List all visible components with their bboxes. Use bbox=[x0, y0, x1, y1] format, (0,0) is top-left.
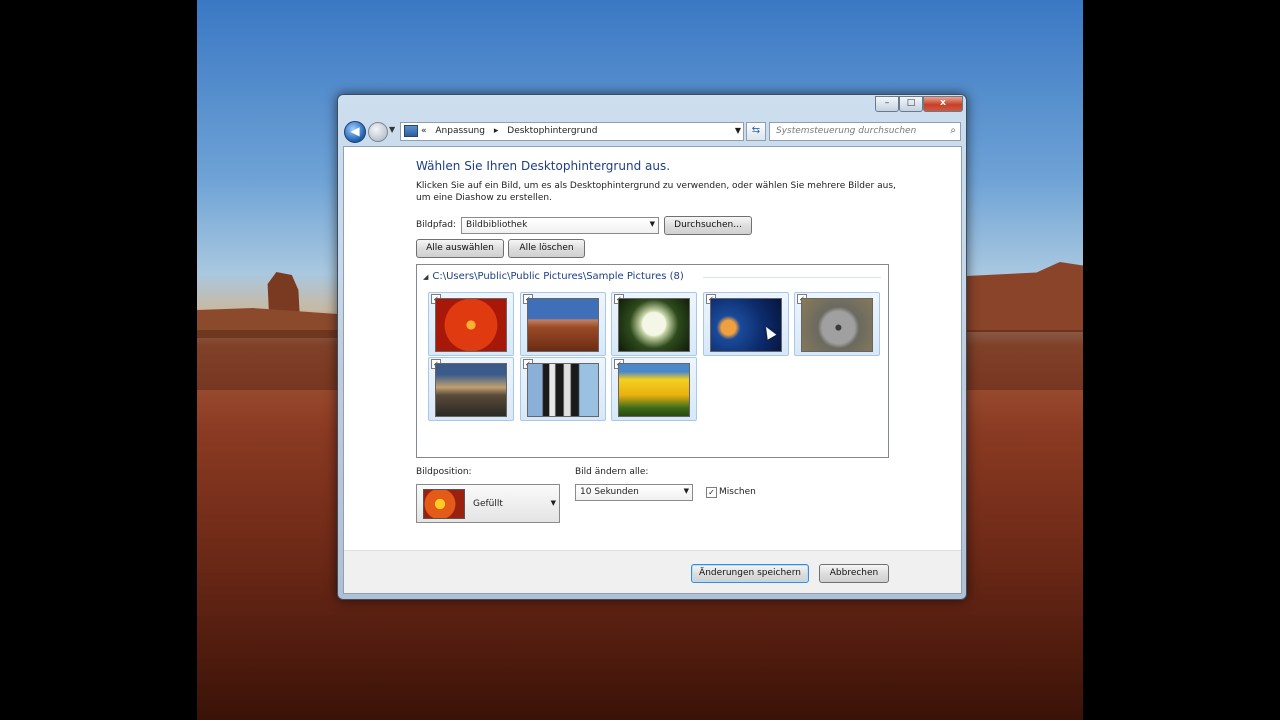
command-area: Änderungen speichern Abbrechen bbox=[344, 550, 961, 593]
control-panel-window: – □ x ◀ ▼ « Anpassung ▸ Desktophintergru… bbox=[337, 94, 967, 600]
breadcrumb-overflow[interactable]: « bbox=[421, 126, 427, 136]
maximize-button[interactable]: □ bbox=[899, 96, 923, 112]
picture-gallery: ◢ C:\Users\Public\Public Pictures\Sample … bbox=[416, 264, 889, 458]
search-icon[interactable]: ⌕ bbox=[950, 125, 956, 136]
chevron-down-icon: ▼ bbox=[550, 499, 556, 507]
minimize-button[interactable]: – bbox=[875, 96, 899, 112]
forward-arrow-icon[interactable] bbox=[368, 122, 388, 142]
client-area: Wählen Sie Ihren Desktophintergrund aus.… bbox=[343, 146, 962, 594]
lighthouse-image bbox=[435, 363, 507, 417]
page-title: Wählen Sie Ihren Desktophintergrund aus. bbox=[416, 159, 671, 173]
group-divider bbox=[703, 277, 881, 278]
picture-position-label: Bildposition: bbox=[416, 467, 472, 477]
thumbnail-jellyfish[interactable]: ✓ bbox=[703, 292, 789, 356]
address-bar[interactable]: « Anpassung ▸ Desktophintergrund ▼ bbox=[400, 122, 744, 141]
address-dropdown-icon[interactable]: ▼ bbox=[735, 126, 741, 135]
group-header[interactable]: ◢ C:\Users\Public\Public Pictures\Sample … bbox=[423, 271, 684, 282]
change-interval-label: Bild ändern alle: bbox=[575, 467, 649, 477]
breadcrumb: « Anpassung ▸ Desktophintergrund bbox=[421, 126, 603, 136]
recent-pages-dropdown-icon[interactable]: ▼ bbox=[389, 125, 397, 134]
hydrangeas-image bbox=[618, 298, 690, 352]
shuffle-checkbox[interactable]: ✓ bbox=[706, 487, 717, 498]
back-arrow-icon[interactable]: ◀ bbox=[344, 121, 366, 143]
browse-button[interactable]: Durchsuchen... bbox=[664, 216, 752, 235]
save-changes-button[interactable]: Änderungen speichern bbox=[691, 564, 809, 583]
thumbnail-koala[interactable]: ✓ bbox=[794, 292, 880, 356]
position-preview-image bbox=[423, 489, 465, 519]
select-all-button[interactable]: Alle auswählen bbox=[416, 239, 504, 258]
thumbnail-lighthouse[interactable]: ✓ bbox=[428, 357, 514, 421]
refresh-icon[interactable]: ⇆ bbox=[746, 122, 766, 141]
breadcrumb-separator-icon[interactable]: ▸ bbox=[494, 126, 499, 136]
chevron-down-icon: ▼ bbox=[649, 220, 655, 228]
chevron-down-icon: ▼ bbox=[683, 487, 689, 495]
close-button[interactable]: x bbox=[923, 96, 963, 112]
picture-location-select[interactable]: Bildbibliothek ▼ bbox=[461, 217, 659, 234]
thumbnail-desert[interactable]: ✓ bbox=[520, 292, 606, 356]
picture-location-label: Bildpfad: bbox=[416, 220, 457, 230]
thumbnail-penguins[interactable]: ✓ bbox=[520, 357, 606, 421]
control-panel-icon bbox=[404, 125, 418, 137]
koala-image bbox=[801, 298, 873, 352]
page-description: Klicken Sie auf ein Bild, um es als Desk… bbox=[416, 181, 896, 203]
picture-position-select[interactable]: Gefüllt ▼ bbox=[416, 484, 560, 523]
penguins-image bbox=[527, 363, 599, 417]
thumbnail-chrysanthemum[interactable]: ✓ bbox=[428, 292, 514, 356]
picture-location-value: Bildbibliothek bbox=[466, 220, 528, 230]
rock-formation bbox=[967, 262, 1083, 332]
tulips-image bbox=[618, 363, 690, 417]
search-input[interactable]: Systemsteuerung durchsuchen ⌕ bbox=[769, 122, 961, 141]
caption-buttons: – □ x bbox=[875, 96, 963, 112]
chrysanthemum-image bbox=[435, 298, 507, 352]
collapse-arrow-icon[interactable]: ◢ bbox=[423, 273, 428, 281]
breadcrumb-desktophintergrund[interactable]: Desktophintergrund bbox=[507, 126, 597, 136]
change-interval-value: 10 Sekunden bbox=[580, 487, 639, 497]
thumbnail-tulips[interactable]: ✓ bbox=[611, 357, 697, 421]
picture-position-value: Gefüllt bbox=[473, 499, 503, 509]
navigation-bar: ◀ ▼ « Anpassung ▸ Desktophintergrund ▼ ⇆… bbox=[344, 121, 961, 143]
change-interval-select[interactable]: 10 Sekunden ▼ bbox=[575, 484, 693, 501]
shuffle-label[interactable]: Mischen bbox=[719, 487, 756, 497]
breadcrumb-anpassung[interactable]: Anpassung bbox=[435, 126, 485, 136]
cancel-button[interactable]: Abbrechen bbox=[819, 564, 889, 583]
group-title: C:\Users\Public\Public Pictures\Sample P… bbox=[432, 271, 684, 282]
clear-all-button[interactable]: Alle löschen bbox=[508, 239, 585, 258]
desert-image bbox=[527, 298, 599, 352]
thumbnail-hydrangeas[interactable]: ✓ bbox=[611, 292, 697, 356]
search-placeholder: Systemsteuerung durchsuchen bbox=[776, 126, 917, 136]
